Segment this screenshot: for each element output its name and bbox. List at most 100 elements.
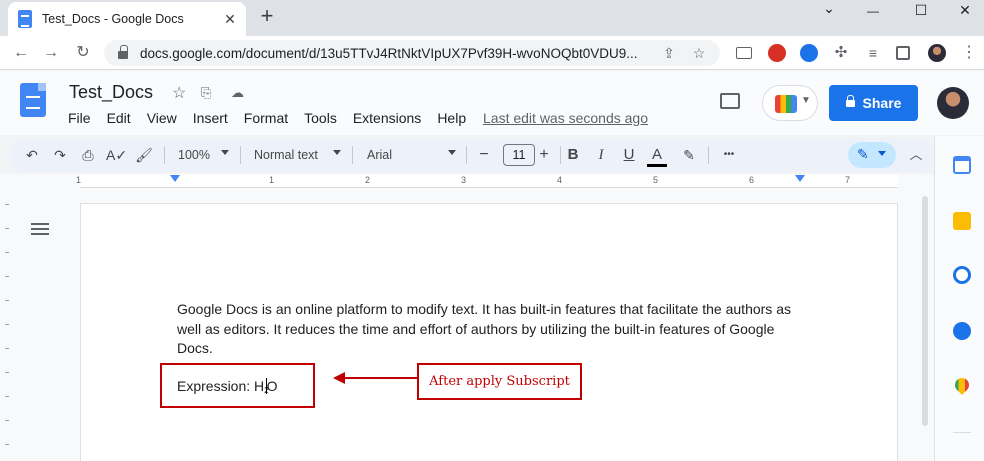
omnibox[interactable]: docs.google.com/document/d/13u5TTvJ4RtNk…: [104, 40, 720, 66]
close-tab-icon[interactable]: ✕: [220, 9, 240, 29]
menu-help[interactable]: Help: [437, 110, 466, 126]
chevron-down-icon: ▼: [801, 95, 811, 106]
underline-button[interactable]: U: [619, 146, 639, 164]
menu-insert[interactable]: Insert: [193, 110, 228, 126]
italic-button[interactable]: I: [591, 146, 611, 164]
pencil-icon: ✎: [857, 146, 869, 162]
profile-avatar-icon[interactable]: [928, 44, 946, 62]
share-page-icon[interactable]: ⇪: [660, 44, 678, 62]
star-icon[interactable]: ☆: [172, 83, 186, 103]
move-folder-icon[interactable]: ⎘: [201, 85, 211, 101]
extension-icon[interactable]: [800, 44, 818, 62]
browser-tab-bar: Test_Docs - Google Docs ✕ + ⌄ — ☐ ✕: [0, 0, 984, 36]
body-paragraph[interactable]: Google Docs is an online platform to mod…: [177, 300, 807, 359]
back-icon[interactable]: ←: [10, 42, 32, 64]
lock-icon: [845, 94, 855, 107]
ruler-tick: [5, 276, 9, 277]
toolbar-divider: [240, 146, 241, 164]
print-icon[interactable]: ⎙: [78, 146, 98, 164]
puzzle-extensions-icon[interactable]: ✣: [832, 44, 850, 62]
address-bar-row: ← → ↻ docs.google.com/document/d/13u5TTv…: [0, 36, 984, 70]
keep-icon[interactable]: [953, 212, 971, 230]
more-options-button[interactable]: •••: [716, 146, 742, 164]
share-button[interactable]: Share: [829, 85, 918, 121]
browser-tab[interactable]: Test_Docs - Google Docs ✕: [8, 2, 246, 36]
comment-history-icon[interactable]: [720, 93, 740, 109]
zoom-caret-icon: [221, 150, 229, 155]
menu-file[interactable]: File: [68, 110, 91, 126]
reload-icon[interactable]: ↻: [72, 42, 94, 64]
font-select[interactable]: Arial: [367, 146, 392, 164]
formatting-toolbar: ↶ ↷ ⎙ A✓ 🖌 100% Normal text Arial − 11 +…: [10, 138, 934, 172]
chevron-down-icon: [878, 151, 886, 156]
menu-tools[interactable]: Tools: [304, 110, 337, 126]
style-caret-icon: [333, 150, 341, 155]
highlight-color-icon[interactable]: ✎: [679, 146, 699, 164]
side-panel-icon[interactable]: [896, 46, 910, 60]
redo-icon[interactable]: ↷: [50, 146, 70, 164]
right-indent-marker[interactable]: [795, 175, 805, 182]
docs-header: Test_Docs ☆ ⎘ ☁ File Edit View Insert Fo…: [0, 71, 984, 135]
reading-list-icon[interactable]: ≡: [864, 44, 882, 62]
left-indent-marker[interactable]: [170, 175, 180, 182]
ruler-tick: [5, 396, 9, 397]
calendar-icon[interactable]: [953, 156, 971, 174]
browser-menu-icon[interactable]: ⋮: [960, 44, 978, 62]
side-panel: [934, 136, 984, 461]
ruler-tick: [5, 444, 9, 445]
side-panel-divider: [953, 432, 971, 433]
bookmark-star-icon[interactable]: ☆: [690, 44, 708, 62]
tab-search-chevron-icon[interactable]: ⌄: [814, 0, 844, 16]
decrease-font-size-button[interactable]: −: [474, 146, 494, 164]
menu-view[interactable]: View: [147, 110, 177, 126]
meet-button[interactable]: ▼: [762, 85, 818, 121]
menu-bar: File Edit View Insert Format Tools Exten…: [68, 110, 482, 126]
editing-mode-button[interactable]: ✎: [848, 142, 896, 168]
ruler-tick: [5, 300, 9, 301]
spellcheck-icon[interactable]: A✓: [106, 146, 127, 164]
adblock-extension-icon[interactable]: [768, 44, 786, 62]
maximize-icon[interactable]: ☐: [906, 2, 936, 18]
ruler-track: 1 1 2 3 4 5 6 7: [76, 174, 898, 188]
paint-format-icon[interactable]: 🖌: [134, 146, 154, 164]
vertical-scrollbar[interactable]: [920, 190, 930, 461]
minimize-icon[interactable]: —: [858, 4, 888, 18]
scrollbar-thumb[interactable]: [922, 196, 928, 426]
paragraph-style-select[interactable]: Normal text: [254, 146, 318, 164]
close-window-icon[interactable]: ✕: [950, 2, 980, 18]
maps-icon[interactable]: [952, 375, 972, 395]
document-outline-icon[interactable]: [31, 222, 49, 238]
highlight-box: [160, 363, 315, 408]
ruler-number: 4: [557, 175, 563, 185]
menu-format[interactable]: Format: [244, 110, 288, 126]
ruler-tick: [5, 420, 9, 421]
last-edit-link[interactable]: Last edit was seconds ago: [483, 110, 648, 126]
cloud-saved-icon: ☁: [231, 85, 244, 100]
undo-icon[interactable]: ↶: [22, 146, 42, 164]
outline-line: [31, 228, 49, 230]
contacts-icon[interactable]: [953, 322, 971, 340]
new-tab-button[interactable]: +: [256, 5, 278, 27]
document-title[interactable]: Test_Docs: [69, 82, 153, 103]
forward-icon[interactable]: →: [40, 42, 62, 64]
url-text[interactable]: docs.google.com/document/d/13u5TTvJ4RtNk…: [140, 46, 660, 61]
font-size-input[interactable]: 11: [503, 144, 535, 166]
toolbar-divider: [708, 146, 709, 164]
annotation-callout: After apply Subscript: [417, 363, 582, 400]
increase-font-size-button[interactable]: +: [534, 146, 554, 164]
menu-extensions[interactable]: Extensions: [353, 110, 421, 126]
docs-logo-icon[interactable]: [20, 83, 46, 117]
toolbar-divider: [560, 146, 561, 164]
text-color-button[interactable]: A: [647, 146, 667, 167]
toolbar-divider: [352, 146, 353, 164]
toolbar-divider: [466, 146, 467, 164]
mail-extension-icon[interactable]: [736, 47, 752, 59]
ruler-tick: [5, 204, 9, 205]
zoom-select[interactable]: 100%: [178, 146, 210, 164]
bold-button[interactable]: B: [563, 146, 583, 164]
tasks-icon[interactable]: [953, 266, 971, 284]
ruler-number: 1: [269, 175, 275, 185]
collapse-menus-icon[interactable]: ︿: [906, 146, 926, 164]
user-avatar[interactable]: [937, 87, 969, 119]
menu-edit[interactable]: Edit: [107, 110, 131, 126]
